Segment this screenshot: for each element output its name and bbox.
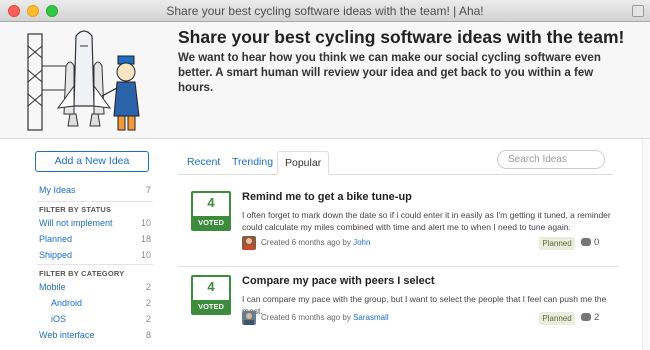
tab-popular[interactable]: Popular — [277, 151, 330, 175]
fullscreen-icon[interactable] — [632, 5, 644, 17]
avatar — [242, 236, 256, 250]
status-badge: Planned — [539, 237, 575, 250]
idea-title[interactable]: Remind me to get a bike tune-up — [242, 191, 412, 203]
sidebar-item-will-not-implement[interactable]: Will not implement 10 — [39, 218, 151, 231]
voted-label: VOTED — [193, 300, 229, 313]
vote-count: 4 — [207, 195, 215, 210]
astronaut-shuttle-illustration — [27, 30, 140, 131]
idea-description: I often forget to mark down the date so … — [242, 210, 611, 232]
sidebar-item-label[interactable]: Planned — [39, 234, 72, 244]
portal-header: Share your best cycling software ideas w… — [0, 22, 650, 139]
sidebar-divider — [37, 201, 153, 202]
sidebar-item-count: 2 — [145, 282, 151, 292]
idea-title[interactable]: Compare my pace with peers I select — [242, 275, 435, 287]
sidebar-item-planned[interactable]: Planned 18 — [39, 234, 151, 247]
sidebar-item-label[interactable]: Mobile — [39, 282, 66, 292]
window-title: Share your best cycling software ideas w… — [166, 4, 484, 18]
sidebar-item-count: 10 — [140, 218, 151, 228]
sidebar-item-mobile[interactable]: Mobile 2 — [39, 282, 151, 295]
vote-count: 4 — [207, 279, 215, 294]
sidebar: Add a New Idea My Ideas 7 FILTER BY STAT… — [35, 151, 155, 340]
sidebar-divider — [37, 264, 153, 265]
voted-label: VOTED — [193, 216, 229, 229]
sidebar-item-ios[interactable]: iOS 2 — [39, 314, 151, 327]
idea-meta: Created 6 months ago by John — [261, 238, 371, 247]
sidebar-item-label[interactable]: My Ideas — [39, 185, 76, 195]
sidebar-item-shipped[interactable]: Shipped 10 — [39, 250, 151, 263]
scrollbar[interactable] — [642, 140, 650, 350]
idea-card: 4 VOTED Compare my pace with peers I sel… — [178, 275, 618, 335]
sidebar-item-label[interactable]: Web interface — [39, 330, 94, 340]
sidebar-item-count: 8 — [145, 330, 151, 340]
sidebar-item-count: 7 — [145, 185, 151, 195]
vote-box[interactable]: 4 VOTED — [191, 275, 231, 315]
idea-separator — [178, 266, 618, 267]
idea-card: 4 VOTED Remind me to get a bike tune-up … — [178, 191, 618, 261]
comment-icon — [581, 313, 591, 321]
status-badge: Planned — [539, 312, 575, 325]
sidebar-item-count: 10 — [140, 250, 151, 260]
sidebar-item-label[interactable]: Shipped — [39, 250, 72, 260]
sidebar-item-web-interface[interactable]: Web interface 8 — [39, 330, 151, 343]
add-new-idea-button[interactable]: Add a New Idea — [35, 151, 149, 172]
filter-by-status-heading: FILTER BY STATUS — [39, 205, 112, 214]
sidebar-item-my-ideas[interactable]: My Ideas 7 — [39, 185, 151, 198]
filter-by-category-heading: FILTER BY CATEGORY — [39, 269, 125, 278]
page-title: Share your best cycling software ideas w… — [178, 27, 625, 47]
page-subtitle: We want to hear how you think we can mak… — [178, 52, 601, 94]
comment-count[interactable]: 2 — [581, 312, 599, 323]
search-ideas-input[interactable]: Search Ideas — [497, 150, 605, 169]
vote-box[interactable]: 4 VOTED — [191, 191, 231, 231]
sidebar-item-label[interactable]: Android — [51, 298, 82, 308]
sidebar-item-count: 2 — [145, 298, 151, 308]
sidebar-item-count: 2 — [145, 314, 151, 324]
tab-trending[interactable]: Trending — [225, 151, 280, 175]
sidebar-item-android[interactable]: Android 2 — [39, 298, 151, 311]
avatar — [242, 311, 256, 325]
window-titlebar: Share your best cycling software ideas w… — [0, 0, 650, 22]
sidebar-item-label[interactable]: Will not implement — [39, 218, 113, 228]
author-link[interactable]: John — [353, 238, 370, 247]
comment-count[interactable]: 0 — [581, 237, 599, 248]
sidebar-item-label[interactable]: iOS — [51, 314, 66, 324]
comment-icon — [581, 238, 591, 246]
idea-meta: Created 6 months ago by Sarasmall — [261, 313, 389, 322]
author-link[interactable]: Sarasmall — [353, 313, 389, 322]
sidebar-item-count: 18 — [140, 234, 151, 244]
tab-recent[interactable]: Recent — [180, 151, 227, 175]
